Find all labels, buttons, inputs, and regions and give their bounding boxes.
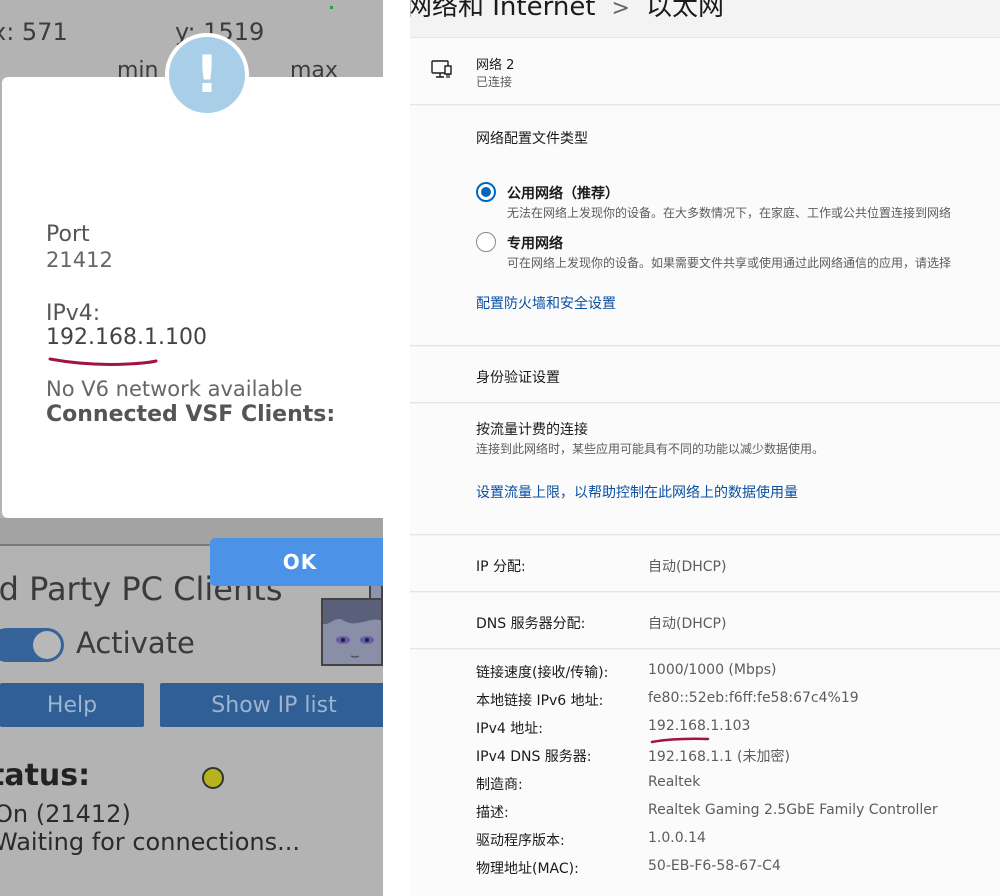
radio-public-network[interactable]	[476, 182, 496, 202]
panel-divider	[383, 0, 410, 896]
prop-value: Realtek Gaming 2.5GbE Family Controller	[648, 802, 938, 818]
prop-key: IPv4 DNS 服务器:	[476, 749, 592, 765]
dns-assignment-card: DNS 服务器分配: 自动(DHCP)	[410, 593, 1000, 649]
properties-card: 链接速度(接收/传输): 1000/1000 (Mbps) 本地链接 IPv6 …	[410, 650, 1000, 896]
network-header-card: 网络 2 已连接	[410, 37, 1000, 105]
avatar	[321, 598, 383, 666]
port-label: Port	[46, 222, 90, 247]
ipv4-value: 192.168.1.100	[46, 325, 207, 350]
prop-key: 描述:	[476, 805, 509, 821]
screenshot-root: x: 571 y: 1519 min max rd Party PC Clien…	[0, 0, 1000, 896]
handwritten-underline-left	[48, 357, 158, 366]
prop-value: Realtek	[648, 774, 701, 790]
prop-key: 驱动程序版本:	[476, 833, 565, 849]
ethernet-monitor-icon	[431, 60, 452, 78]
status-indicator-icon	[202, 767, 224, 789]
no-v6-message: No V6 network available	[46, 377, 303, 401]
dns-assignment-key: DNS 服务器分配:	[476, 616, 586, 632]
network-name: 网络 2	[476, 58, 515, 73]
network-status: 已连接	[476, 75, 513, 89]
prop-value: 50-EB-F6-58-67-C4	[648, 858, 781, 874]
toggle-knob	[33, 631, 61, 659]
data-limit-link[interactable]: 设置流量上限，以帮助控制在此网络上的数据使用量	[476, 482, 798, 502]
profile-type-card: 网络配置文件类型 公用网络（推荐） 无法在网络上发现你的设备。在大多数情况下，在…	[410, 106, 1000, 346]
show-ip-list-button[interactable]: Show IP list	[160, 683, 383, 727]
coord-x-readout: x: 571	[0, 18, 68, 46]
breadcrumb: 网络和 Internet > 以太网	[410, 0, 724, 23]
metered-connection-card: 按流量计费的连接 连接到此网络时，某些应用可能具有不同的功能以减少数据使用。 设…	[410, 404, 1000, 535]
prop-key: 物理地址(MAC):	[476, 861, 579, 877]
status-pixel	[330, 6, 333, 9]
prop-key: IPv4 地址:	[476, 721, 543, 737]
prop-key: 制造商:	[476, 777, 523, 793]
ip-assignment-key: IP 分配:	[476, 559, 526, 575]
public-network-description: 无法在网络上发现你的设备。在大多数情况下，在家庭、工作或公共位置连接到网络	[507, 206, 952, 220]
info-dialog: Port 21412 IPv4: 192.168.1.100 No V6 net…	[2, 77, 383, 586]
prop-value: 1000/1000 (Mbps)	[648, 662, 777, 678]
auth-settings-card[interactable]: 身份验证设置	[410, 347, 1000, 403]
prop-key: 本地链接 IPv6 地址:	[476, 693, 604, 709]
auth-settings-title: 身份验证设置	[476, 370, 560, 386]
metered-title: 按流量计费的连接	[476, 422, 588, 438]
port-value: 21412	[46, 248, 113, 272]
metered-description: 连接到此网络时，某些应用可能具有不同的功能以减少数据使用。	[476, 442, 825, 456]
prop-value: fe80::52eb:f6ff:fe58:67c4%19	[648, 690, 859, 706]
chevron-right-icon: >	[611, 0, 630, 21]
public-network-label[interactable]: 公用网络（推荐）	[507, 183, 619, 203]
status-title: tatus:	[0, 758, 91, 793]
profile-type-title: 网络配置文件类型	[476, 131, 588, 147]
breadcrumb-current: 以太网	[645, 0, 724, 22]
alert-exclamation-icon: !	[165, 33, 249, 117]
activate-label: Activate	[76, 626, 195, 660]
status-waiting-text: Waiting for connections...	[0, 828, 300, 856]
help-button[interactable]: Help	[0, 683, 144, 727]
prop-value: 192.168.1.1 (未加密)	[648, 749, 790, 765]
firewall-settings-link[interactable]: 配置防火墙和安全设置	[476, 293, 616, 313]
handwritten-underline-right	[650, 737, 710, 744]
private-network-label[interactable]: 专用网络	[507, 233, 563, 253]
mobile-app-panel: x: 571 y: 1519 min max rd Party PC Clien…	[0, 0, 383, 896]
private-network-description: 可在网络上发现你的设备。如果需要文件共享或使用通过此网络通信的应用，请选择	[507, 256, 952, 270]
ip-assignment-value: 自动(DHCP)	[648, 559, 727, 575]
status-port-text: On (21412)	[0, 800, 131, 828]
dns-assignment-value: 自动(DHCP)	[648, 616, 727, 632]
connected-clients-label: Connected VSF Clients:	[46, 402, 336, 427]
radio-private-network[interactable]	[476, 232, 496, 252]
prop-value: 192.168.1.103	[648, 718, 751, 734]
ipv4-label: IPv4:	[46, 301, 101, 326]
prop-value: 1.0.0.14	[648, 830, 706, 846]
ok-button[interactable]: OK	[210, 538, 383, 586]
breadcrumb-parent[interactable]: 网络和 Internet	[410, 0, 596, 22]
prop-key: 链接速度(接收/传输):	[476, 665, 609, 681]
activate-toggle[interactable]	[0, 628, 64, 662]
settings-panel: 网络和 Internet > 以太网 网络 2 已连接 网络配置文件类型 公用网络（…	[410, 0, 1000, 896]
ip-assignment-card: IP 分配: 自动(DHCP)	[410, 536, 1000, 592]
